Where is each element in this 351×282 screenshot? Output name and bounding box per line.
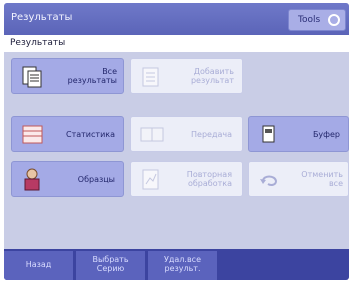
select-series-line2: Серию (96, 264, 125, 273)
undo-icon (260, 175, 278, 186)
window-title: Результаты (11, 12, 73, 23)
statistics-label: Статистика (66, 130, 115, 139)
reprocess-icon (142, 169, 159, 190)
all-results-label: Все результаты (67, 67, 117, 85)
back-softkey[interactable]: Назад (4, 251, 74, 280)
transfer-icon (140, 127, 164, 142)
transfer-label: Передача (191, 130, 232, 139)
select-series-softkey[interactable]: Выбрать Серию (76, 251, 146, 280)
samples-icon (24, 168, 40, 191)
buffer-label: Буфер (312, 130, 340, 139)
reprocess-button[interactable]: Повторная обработка (130, 161, 243, 197)
add-result-icon (142, 67, 159, 87)
buffer-button[interactable]: Буфер (248, 116, 349, 152)
screen: Результаты Tools Результаты Все результа… (4, 3, 349, 280)
add-result-button[interactable]: Добавить результат (130, 58, 243, 94)
tools-button[interactable]: Tools (288, 9, 346, 31)
samples-button[interactable]: Образцы (11, 161, 124, 197)
title-bar: Результаты Tools (4, 3, 349, 35)
delete-all-line2: результ. (164, 264, 201, 273)
samples-label: Образцы (77, 175, 115, 184)
delete-all-line1: Удал.все (164, 255, 201, 264)
statistics-icon (22, 125, 43, 144)
subtitle-bar: Результаты (4, 35, 349, 52)
statistics-button[interactable]: Статистика (11, 116, 124, 152)
tools-circle-icon (328, 14, 340, 26)
tools-label: Tools (298, 15, 321, 25)
transfer-button[interactable]: Передача (130, 116, 243, 152)
select-series-line1: Выбрать (92, 255, 129, 264)
page-subtitle: Результаты (10, 38, 66, 48)
add-result-label: Добавить результат (190, 67, 234, 85)
document-list-icon (22, 66, 42, 88)
back-softkey-label: Назад (25, 260, 52, 269)
undo-all-label: Отменить все (301, 170, 343, 188)
all-results-button[interactable]: Все результаты (11, 58, 124, 94)
delete-all-results-softkey[interactable]: Удал.все результ. (148, 251, 218, 280)
reprocess-label: Повторная обработка (186, 170, 232, 188)
buffer-icon (262, 125, 275, 143)
undo-all-button[interactable]: Отменить все (248, 161, 349, 197)
